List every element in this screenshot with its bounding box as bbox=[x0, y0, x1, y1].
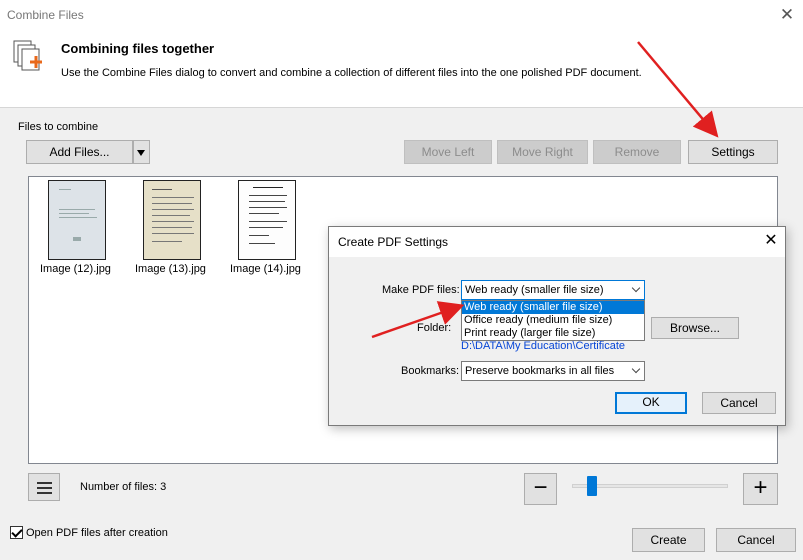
make-pdf-dropdown-list: Web ready (smaller file size) Office rea… bbox=[461, 300, 645, 341]
file-item[interactable] bbox=[48, 180, 108, 260]
modal-title: Create PDF Settings bbox=[338, 235, 449, 249]
file-thumbnail bbox=[143, 180, 201, 260]
window-title: Combine Files bbox=[7, 8, 84, 22]
browse-button[interactable]: Browse... bbox=[651, 317, 739, 339]
open-after-label: Open PDF files after creation bbox=[26, 527, 168, 539]
zoom-slider-handle[interactable] bbox=[587, 476, 597, 496]
make-pdf-value: Web ready (smaller file size) bbox=[465, 284, 604, 296]
file-name: Image (12).jpg bbox=[40, 263, 111, 275]
cancel-button[interactable]: Cancel bbox=[716, 528, 796, 552]
remove-button[interactable]: Remove bbox=[593, 140, 681, 164]
create-button[interactable]: Create bbox=[632, 528, 705, 552]
zoom-out-button[interactable]: − bbox=[524, 473, 557, 505]
settings-button[interactable]: Settings bbox=[688, 140, 778, 164]
open-after-creation-checkbox[interactable]: Open PDF files after creation bbox=[10, 526, 168, 539]
zoom-in-button[interactable]: + bbox=[743, 473, 778, 505]
add-files-dropdown-button[interactable] bbox=[133, 140, 150, 164]
chevron-down-icon bbox=[631, 283, 641, 293]
folder-label: Folder: bbox=[417, 322, 452, 334]
header-description: Use the Combine Files dialog to convert … bbox=[61, 67, 642, 79]
dropdown-option[interactable]: Web ready (smaller file size) bbox=[462, 301, 644, 314]
chevron-down-icon bbox=[137, 150, 145, 156]
file-thumbnail bbox=[238, 180, 296, 260]
header-title: Combining files together bbox=[61, 41, 215, 56]
modal-cancel-button[interactable]: Cancel bbox=[702, 392, 776, 414]
chevron-down-icon bbox=[631, 364, 641, 374]
dropdown-option[interactable]: Office ready (medium file size) bbox=[462, 314, 644, 327]
folder-path-link[interactable]: D:\DATA\My Education\Certificate bbox=[461, 340, 625, 352]
create-pdf-settings-dialog: Create PDF Settings ✕ Make PDF files: We… bbox=[328, 226, 786, 426]
checkbox-checked-icon[interactable] bbox=[10, 526, 23, 539]
make-pdf-label: Make PDF files: bbox=[382, 284, 460, 296]
bookmarks-select[interactable]: Preserve bookmarks in all files bbox=[461, 361, 645, 381]
combine-files-icon bbox=[13, 40, 45, 72]
files-group-label: Files to combine bbox=[18, 121, 99, 133]
add-files-button[interactable]: Add Files... bbox=[26, 140, 133, 164]
file-name: Image (13).jpg bbox=[135, 263, 206, 275]
view-menu-button[interactable] bbox=[28, 473, 60, 501]
file-count: Number of files: 3 bbox=[80, 481, 167, 493]
bookmarks-label: Bookmarks: bbox=[401, 365, 460, 377]
close-icon[interactable]: ✕ bbox=[776, 4, 798, 26]
file-item[interactable] bbox=[143, 180, 203, 260]
title-bar bbox=[0, 0, 803, 30]
dropdown-option[interactable]: Print ready (larger file size) bbox=[462, 327, 644, 340]
file-thumbnail bbox=[48, 180, 106, 260]
move-left-button[interactable]: Move Left bbox=[404, 140, 492, 164]
ok-button[interactable]: OK bbox=[615, 392, 687, 414]
file-item[interactable] bbox=[238, 180, 298, 260]
file-name: Image (14).jpg bbox=[230, 263, 301, 275]
close-icon[interactable]: ✕ bbox=[761, 231, 781, 251]
make-pdf-select[interactable]: Web ready (smaller file size) bbox=[461, 280, 645, 300]
bookmarks-value: Preserve bookmarks in all files bbox=[465, 365, 615, 377]
move-right-button[interactable]: Move Right bbox=[497, 140, 588, 164]
